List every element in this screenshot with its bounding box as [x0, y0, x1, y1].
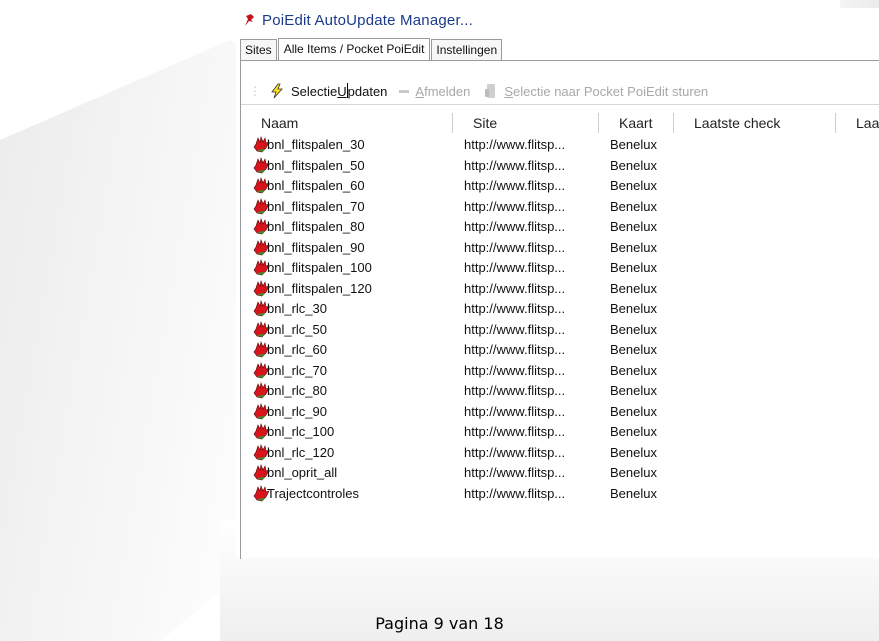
item-site: http://www.flitsp...: [464, 260, 566, 275]
item-map: Benelux: [610, 157, 657, 173]
item-name: bnl_rlc_70: [267, 362, 327, 378]
item-name: bnl_rlc_80: [267, 383, 327, 398]
item-map: Benelux: [610, 424, 657, 439]
item-name: bnl_flitspalen_60: [267, 178, 365, 193]
item-name: bnl_flitspalen_100: [267, 260, 372, 275]
column-header-naam[interactable]: Naam: [241, 113, 453, 133]
item-name: bnl_oprit_all: [267, 465, 338, 480]
item-site: http://www.flitsp...: [464, 444, 566, 460]
item-site: http://www.flitsp...: [464, 465, 566, 480]
item-map: Benelux: [610, 301, 657, 316]
item-site: http://www.flitsp...: [464, 219, 566, 234]
column-header-laatste-check[interactable]: Laatste check: [674, 113, 836, 133]
item-map: Benelux: [610, 219, 657, 234]
item-map: Benelux: [610, 239, 657, 255]
send-to-pocket-button[interactable]: Selectie naar Pocket PoiEdit sturen: [482, 83, 708, 99]
item-map: Benelux: [610, 178, 657, 193]
item-site: http://www.flitsp...: [464, 342, 566, 357]
send-label-accel: S: [504, 83, 513, 99]
item-site: http://www.flitsp...: [464, 321, 566, 337]
item-site: http://www.flitsp...: [464, 362, 566, 378]
tab-sites[interactable]: Sites: [240, 39, 277, 60]
item-map: Benelux: [610, 444, 657, 460]
item-name: bnl_flitspalen_30: [267, 137, 365, 152]
column-header-kaart[interactable]: Kaart: [599, 113, 674, 133]
tab-alle-items[interactable]: Alle Items / Pocket PoiEdit: [277, 38, 431, 60]
update-label-post: pdaten: [347, 83, 388, 99]
item-map: Benelux: [610, 137, 657, 152]
item-map: Benelux: [610, 465, 657, 480]
item-site: http://www.flitsp...: [464, 157, 566, 173]
item-map: Benelux: [610, 403, 657, 419]
tab-panel: ⋮ Selectie Updaten Afmelden Selectie naa: [240, 60, 879, 559]
lightning-icon: [271, 83, 283, 99]
item-site: http://www.flitsp...: [464, 198, 566, 214]
item-site: http://www.flitsp...: [464, 239, 566, 255]
unsubscribe-label-accel: A: [415, 83, 425, 99]
item-map: Benelux: [610, 383, 657, 398]
toolbar: ⋮ Selectie Updaten Afmelden Selectie naa: [241, 78, 879, 105]
item-site: http://www.flitsp...: [464, 280, 566, 296]
item-map: Benelux: [610, 362, 657, 378]
item-site: http://www.flitsp...: [464, 383, 566, 398]
item-name: bnl_flitspalen_70: [267, 198, 365, 214]
item-name: bnl_rlc_60: [267, 342, 327, 357]
item-name: bnl_rlc_90: [267, 403, 327, 419]
item-site: http://www.flitsp...: [464, 137, 566, 152]
item-map: Benelux: [610, 260, 657, 275]
update-label-pre: Selectie: [291, 83, 338, 99]
item-name: bnl_flitspalen_90: [267, 239, 365, 255]
minus-icon: [399, 90, 410, 93]
tab-instellingen[interactable]: Instellingen: [431, 39, 503, 60]
unsubscribe-label-post: fmelden: [424, 83, 471, 99]
page-number: Pagina 9 van 18: [375, 614, 504, 633]
item-map: Benelux: [610, 342, 657, 357]
item-site: http://www.flitsp...: [464, 301, 566, 316]
item-site: http://www.flitsp...: [464, 424, 566, 439]
item-name: bnl_rlc_50: [267, 321, 327, 337]
item-name: bnl_rlc_120: [267, 444, 335, 460]
pda-icon: [485, 84, 496, 98]
toolbar-grip-icon[interactable]: ⋮: [249, 84, 261, 98]
item-name: bnl_rlc_100: [267, 424, 335, 439]
update-label-accel: U: [337, 83, 347, 99]
send-label-post: electie naar Pocket PoiEdit sturen: [513, 83, 709, 99]
app-icon: [245, 14, 254, 26]
update-selection-button[interactable]: Selectie Updaten: [269, 82, 388, 100]
item-map: Benelux: [610, 485, 657, 501]
items-list[interactable]: Naam Site Kaart Laatste check Laa bnl_fl…: [241, 113, 879, 559]
item-site: http://www.flitsp...: [464, 403, 566, 419]
item-site: http://www.flitsp...: [464, 485, 566, 501]
item-name: bnl_rlc_30: [267, 301, 327, 316]
item-name: Trajectcontroles: [267, 485, 359, 501]
item-map: Benelux: [610, 198, 657, 214]
unsubscribe-button[interactable]: Afmelden: [399, 83, 470, 99]
column-header-laatste[interactable]: Laa: [836, 113, 879, 133]
title-bar: PoiEdit AutoUpdate Manager...: [236, 8, 879, 32]
item-name: bnl_flitspalen_50: [267, 157, 365, 173]
item-site: http://www.flitsp...: [464, 178, 566, 193]
column-header-site[interactable]: Site: [453, 113, 599, 133]
window-title: PoiEdit AutoUpdate Manager...: [262, 11, 473, 29]
tab-strip: Sites Alle Items / Pocket PoiEdit Instel…: [240, 38, 503, 60]
item-name: bnl_flitspalen_80: [267, 219, 365, 234]
item-name: bnl_flitspalen_120: [267, 280, 372, 296]
item-map: Benelux: [610, 280, 657, 296]
item-map: Benelux: [610, 321, 657, 337]
autoupdate-window: PoiEdit AutoUpdate Manager... Sites Alle…: [236, 8, 879, 559]
